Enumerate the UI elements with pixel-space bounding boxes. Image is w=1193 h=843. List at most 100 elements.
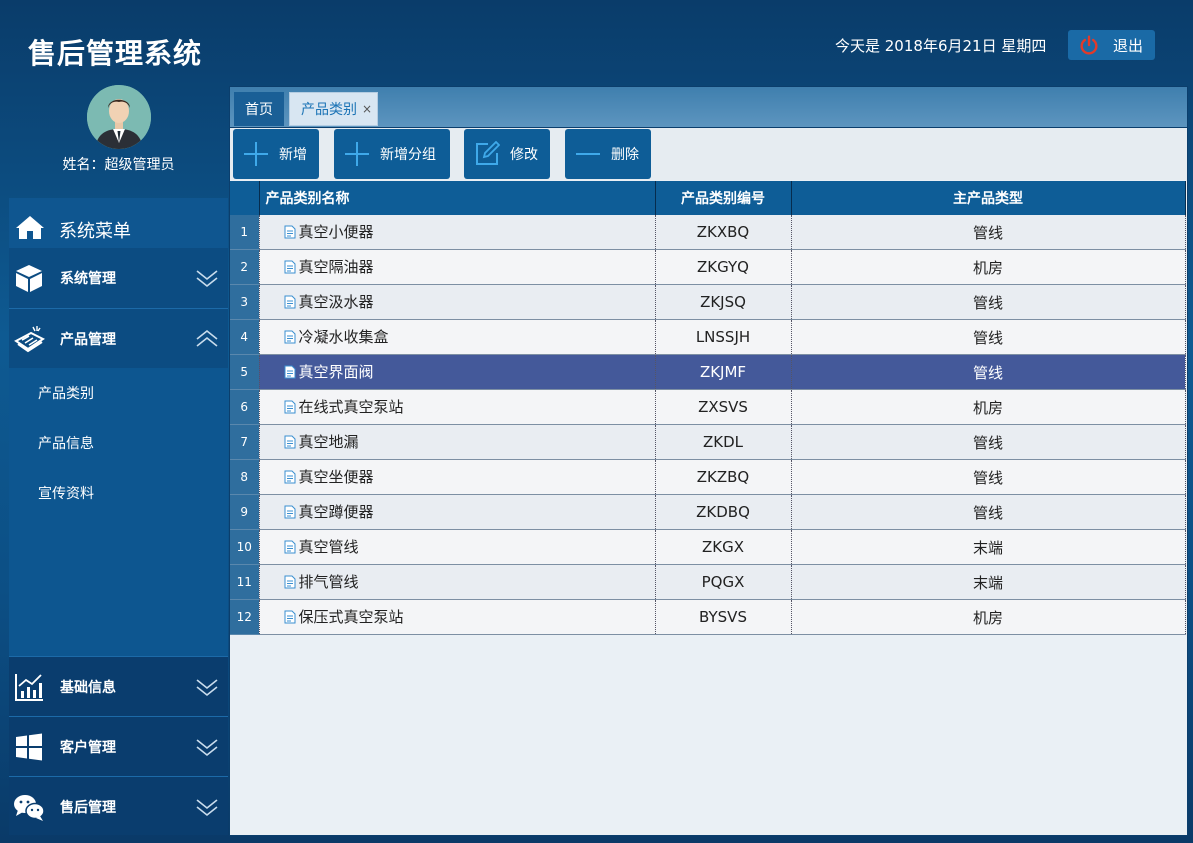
table-row[interactable]: 2 真空隔油器 ZKGYQ 机房 (230, 249, 1186, 285)
submenu-item-product-info[interactable]: 产品信息 (9, 418, 228, 466)
column-header-code[interactable]: 产品类别编号 (655, 181, 792, 215)
menu-group-product[interactable]: 产品管理 (9, 308, 228, 369)
table-header-row: 产品类别名称 产品类别编号 主产品类型 (230, 181, 1186, 215)
menu-group-customer[interactable]: 客户管理 (9, 716, 228, 777)
add-button[interactable]: 新增 (233, 129, 319, 179)
document-icon (284, 575, 296, 593)
category-code-cell: ZKGYQ (655, 249, 792, 285)
category-code-cell: ZKJSQ (655, 284, 792, 320)
table-row[interactable]: 5 真空界面阀 ZKJMF 管线 (230, 354, 1186, 390)
category-code-cell: ZKGX (655, 529, 792, 565)
table-row[interactable]: 10 真空管线 ZKGX 末端 (230, 529, 1186, 565)
table-row[interactable]: 8 真空坐便器 ZKZBQ 管线 (230, 459, 1186, 495)
table-row[interactable]: 4 冷凝水收集盒 LNSSJH 管线 (230, 319, 1186, 355)
document-icon (284, 610, 296, 628)
chevron-up-icon (196, 329, 218, 347)
document-icon (284, 435, 296, 453)
product-type-cell: 管线 (791, 459, 1186, 495)
app-window: 售后管理系统 今天是 2018年6月21日 星期四 退出 姓名：超级管理员 系统… (0, 0, 1193, 843)
table-row[interactable]: 6 在线式真空泵站 ZXSVS 机房 (230, 389, 1186, 425)
category-code-cell: ZXSVS (655, 389, 792, 425)
submenu-item-label: 宣传资料 (38, 486, 94, 502)
category-name: 保压式真空泵站 (298, 608, 404, 626)
add-button-label: 新增 (279, 147, 307, 163)
row-number: 8 (230, 459, 260, 495)
category-name: 真空汲水器 (298, 293, 374, 311)
product-type-cell: 机房 (791, 599, 1186, 635)
category-name: 真空隔油器 (298, 258, 374, 276)
edit-button[interactable]: 修改 (464, 129, 550, 179)
category-code-cell: ZKDL (655, 424, 792, 460)
category-name: 真空坐便器 (298, 468, 374, 486)
user-name: 姓名：超级管理员 (62, 157, 175, 173)
menu-group-label: 售后管理 (60, 800, 116, 816)
close-icon[interactable]: × (362, 102, 372, 116)
table-row[interactable]: 11 排气管线 PQGX 末端 (230, 564, 1186, 600)
menu-group-label: 客户管理 (60, 740, 116, 756)
category-name-cell: 真空界面阀 (259, 354, 656, 390)
chevron-down-icon (196, 739, 218, 757)
row-number: 2 (230, 249, 260, 285)
sidebar: 姓名：超级管理员 系统菜单 系统管理 产品管理 产品类别 产品信息 宣传资料 基… (9, 78, 228, 835)
logout-button[interactable]: 退出 (1068, 30, 1155, 60)
category-name-cell: 真空隔油器 (259, 249, 656, 285)
document-icon (284, 540, 296, 558)
add-group-button-label: 新增分组 (380, 147, 436, 163)
category-name-cell: 真空小便器 (259, 215, 656, 250)
product-type-cell: 末端 (791, 529, 1186, 565)
submenu-item-label: 产品类别 (38, 386, 94, 402)
submenu-item-product-category[interactable]: 产品类别 (9, 368, 228, 416)
menu-group-system[interactable]: 系统管理 (9, 248, 228, 308)
category-name: 在线式真空泵站 (298, 398, 404, 416)
category-name: 真空小便器 (298, 223, 374, 241)
product-type-cell: 管线 (791, 284, 1186, 320)
tab-label: 首页 (245, 102, 273, 118)
tab-product-category[interactable]: 产品类别 × (289, 92, 378, 126)
chart-icon (15, 674, 43, 701)
table-row[interactable]: 7 真空地漏 ZKDL 管线 (230, 424, 1186, 460)
tab-home[interactable]: 首页 (234, 92, 284, 126)
document-icon (284, 365, 296, 383)
row-number: 10 (230, 529, 260, 565)
cube-icon (16, 265, 42, 292)
product-type-cell: 管线 (791, 424, 1186, 460)
tab-label: 产品类别 (301, 102, 357, 118)
product-type-cell: 管线 (791, 319, 1186, 355)
plus-icon (244, 142, 268, 166)
logout-label: 退出 (1113, 36, 1144, 55)
column-header-name[interactable]: 产品类别名称 (259, 181, 656, 215)
row-number: 12 (230, 599, 260, 635)
category-code-cell: PQGX (655, 564, 792, 600)
category-name-cell: 真空地漏 (259, 424, 656, 460)
chevron-down-icon (196, 270, 218, 288)
edit-button-label: 修改 (510, 147, 538, 163)
submenu-item-promo-material[interactable]: 宣传资料 (9, 468, 228, 516)
menu-group-basic-info[interactable]: 基础信息 (9, 656, 228, 717)
profile-panel: 姓名：超级管理员 (9, 78, 228, 198)
table-row[interactable]: 3 真空汲水器 ZKJSQ 管线 (230, 284, 1186, 320)
power-icon (1080, 35, 1098, 55)
row-number-header (230, 181, 260, 215)
windows-icon (16, 733, 42, 761)
chevron-down-icon (196, 799, 218, 817)
document-icon (284, 330, 296, 348)
delete-button-label: 删除 (611, 147, 639, 163)
table-row[interactable]: 9 真空蹲便器 ZKDBQ 管线 (230, 494, 1186, 530)
row-number: 1 (230, 215, 260, 250)
add-group-button[interactable]: 新增分组 (334, 129, 450, 179)
menu-group-label: 系统管理 (60, 271, 116, 287)
menu-group-after-sales[interactable]: 售后管理 (9, 776, 228, 835)
document-icon (284, 400, 296, 418)
category-code-cell: ZKJMF (655, 354, 792, 390)
product-icon (14, 326, 45, 353)
avatar (87, 85, 151, 149)
category-name-cell: 保压式真空泵站 (259, 599, 656, 635)
category-table: 产品类别名称 产品类别编号 主产品类型 1 真空小便器 ZKXBQ 管线 2 真空隔油器 Z… (230, 181, 1186, 635)
menu-group-label: 基础信息 (60, 680, 116, 696)
home-icon (16, 216, 44, 239)
table-row[interactable]: 12 保压式真空泵站 BYSVS 机房 (230, 599, 1186, 635)
column-header-type[interactable]: 主产品类型 (791, 181, 1186, 215)
table-row[interactable]: 1 真空小便器 ZKXBQ 管线 (230, 215, 1186, 250)
row-number: 11 (230, 564, 260, 600)
delete-button[interactable]: 删除 (565, 129, 651, 179)
